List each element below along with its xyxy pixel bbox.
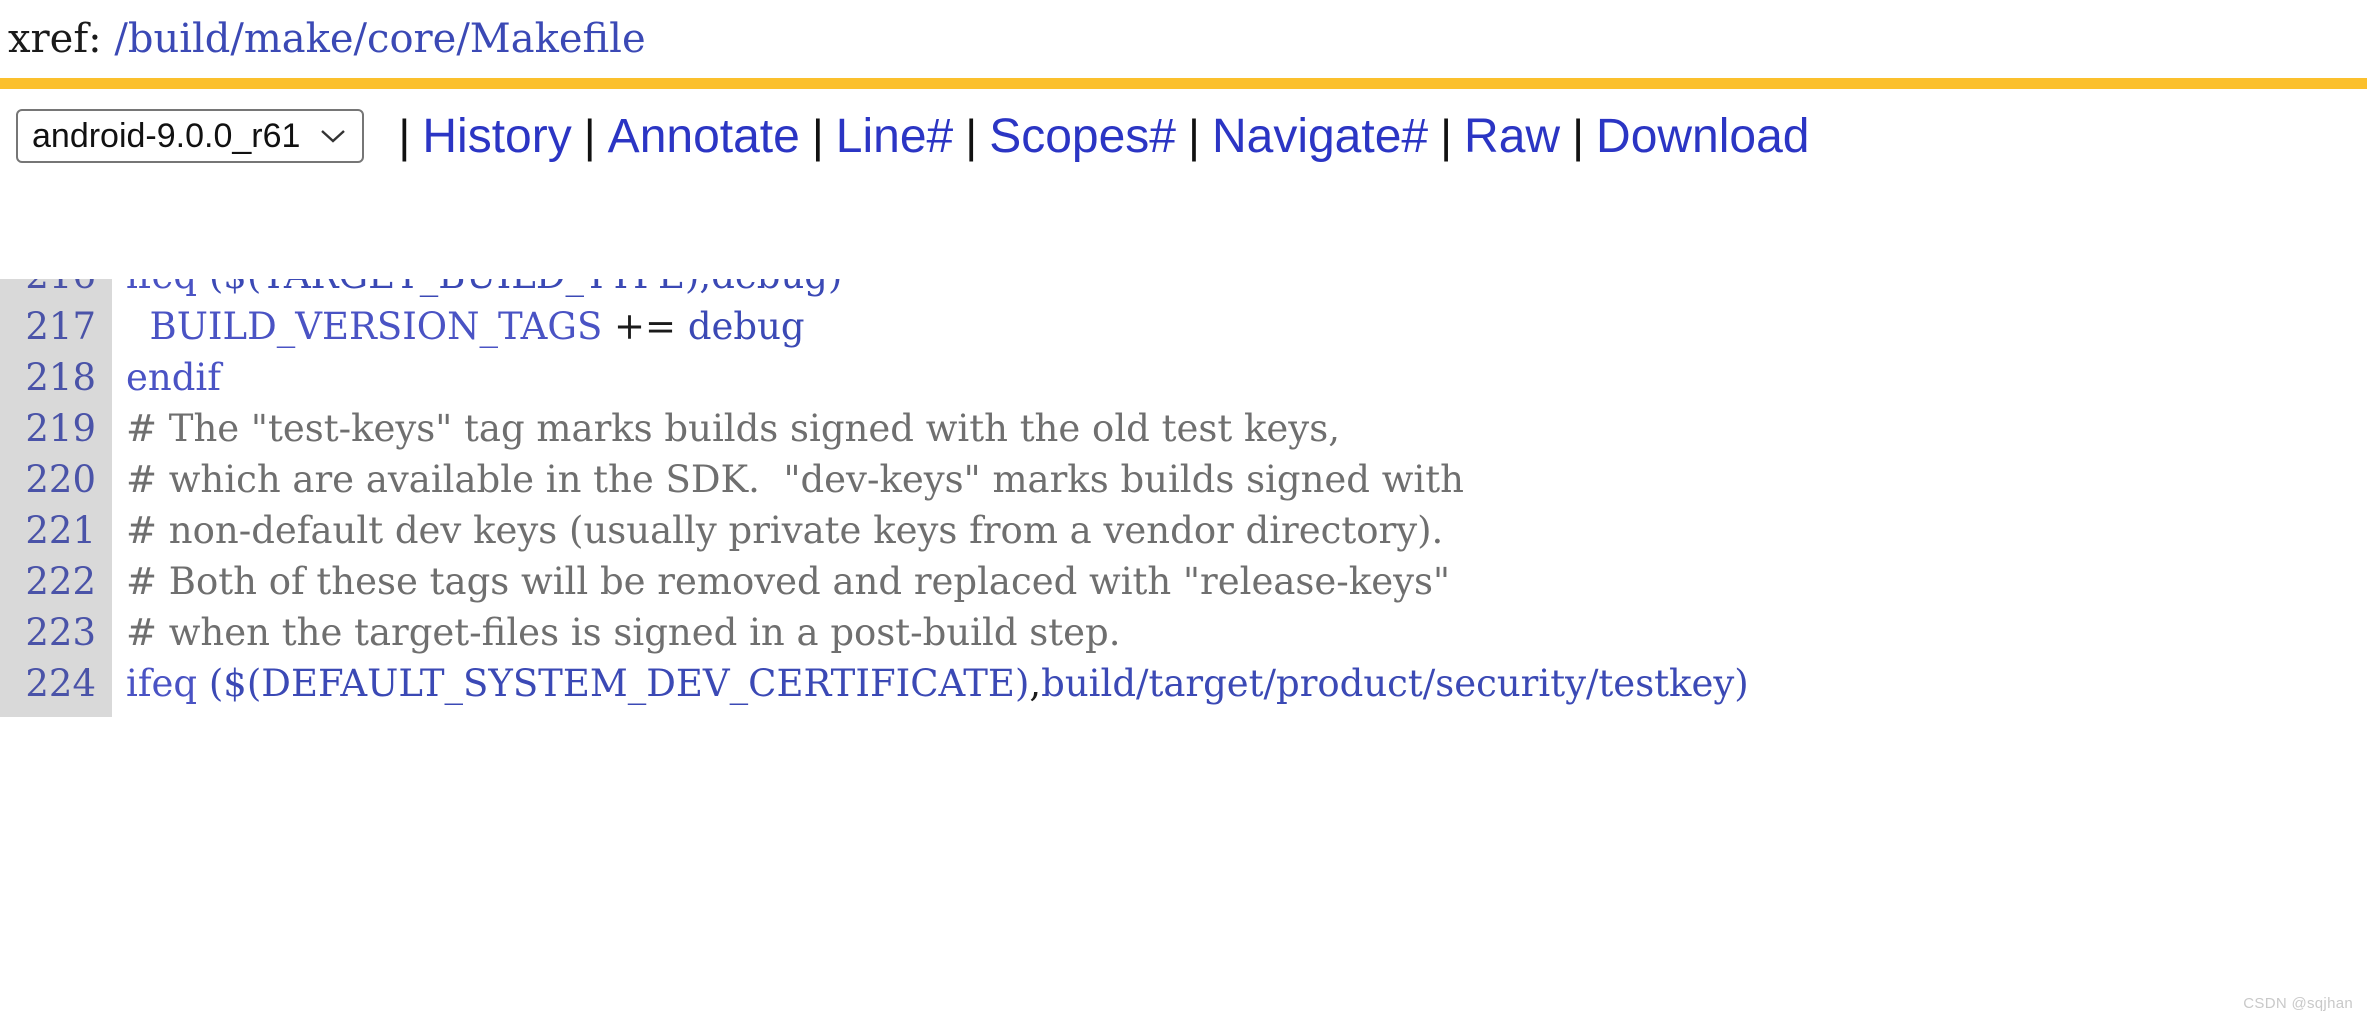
nav-link-history[interactable]: History — [422, 109, 571, 164]
code-token: += — [602, 305, 688, 348]
version-select[interactable]: android-9.0.0_r61 — [16, 109, 365, 163]
line-number[interactable]: 219 — [0, 403, 112, 454]
code-line-text: # when the target-files is signed in a p… — [112, 607, 1120, 658]
nav-link-annotate[interactable]: Annotate — [608, 109, 800, 164]
code-line-text: # which are available in the SDK. "dev-k… — [112, 454, 1464, 505]
code-line: 218 endif — [0, 352, 2367, 403]
toolbar: android-9.0.0_r61 | History | Annotate | Line… — [0, 101, 2367, 171]
code-token: # non-default dev keys (usually private … — [126, 509, 1444, 552]
code-token: # Both of these tags will be removed and… — [126, 560, 1451, 603]
code-token: ifeq — [126, 279, 209, 297]
code-token: ) — [1734, 662, 1749, 705]
code-line-text: BUILD_VERSION_TAGS += debug — [112, 301, 805, 352]
nav-separator-1: | — [583, 109, 596, 162]
line-number[interactable]: 224 — [0, 658, 112, 709]
code-line-text: ifeq ($(TARGET_BUILD_TYPE),debug) — [112, 279, 842, 301]
xref-label: xref: — [8, 16, 115, 62]
nav-separator-4: | — [1188, 109, 1200, 162]
nav-separator-0: | — [398, 109, 411, 162]
code-token: # which are available in the SDK. "dev-k… — [126, 458, 1464, 501]
code-line-text: # Both of these tags will be removed and… — [112, 556, 1450, 607]
nav-link-download[interactable]: Download — [1596, 109, 1809, 164]
source-code-view[interactable]: 216ifeq ($(TARGET_BUILD_TYPE),debug)217 … — [0, 177, 2367, 717]
code-token: test — [443, 712, 522, 717]
code-token: ($(DEFAULT_SYSTEM_DEV_CERTIFICATE) — [208, 662, 1030, 705]
nav-link-line-numbers[interactable]: Line# — [836, 109, 953, 164]
nav-links: | History | Annotate | Line# | Scopes# | Navigate… — [386, 109, 1809, 164]
code-line-text: ifeq ($(DEFAULT_SYSTEM_DEV_CERTIFICATE),… — [112, 658, 1749, 709]
code-line: 222 # Both of these tags will be removed … — [0, 556, 2367, 607]
line-number[interactable]: 216 — [0, 279, 112, 301]
code-token: -keys — [522, 713, 619, 717]
nav-link-raw[interactable]: Raw — [1464, 109, 1560, 164]
nav-separator-5: | — [1440, 109, 1453, 162]
code-line: 219 # The "test-keys" tag marks builds si… — [0, 403, 2367, 454]
nav-link-scopes[interactable]: Scopes# — [989, 109, 1176, 164]
code-token: build/target/product/security/testkey — [1041, 662, 1735, 705]
line-number[interactable]: 222 — [0, 556, 112, 607]
code-line: 223 # when the target-files is signed in … — [0, 607, 2367, 658]
code-line-text: endif — [112, 352, 221, 403]
code-token: BUILD_KEYS — [126, 713, 376, 717]
code-token: ifeq — [126, 662, 209, 705]
nav-separator-2: | — [811, 109, 824, 162]
yellow-divider — [0, 78, 2367, 89]
line-number[interactable]: 221 — [0, 505, 112, 556]
nav-link-navigate[interactable]: Navigate# — [1212, 109, 1428, 164]
line-number[interactable]: 225 — [0, 709, 112, 717]
code-token: endif — [126, 356, 221, 399]
version-select-value: android-9.0.0_r61 — [32, 116, 301, 155]
xref-breadcrumb-bar: xref: /build/make/core/Makefile — [0, 0, 2367, 78]
code-line: 225BUILD_KEYS := test-keys — [0, 709, 2367, 717]
code-token: BUILD_VERSION_TAGS — [149, 305, 603, 348]
code-token: , — [1029, 662, 1042, 705]
code-token: debug — [687, 305, 805, 348]
code-token: # The "test-keys" tag marks builds signe… — [126, 407, 1340, 450]
code-line-text: # The "test-keys" tag marks builds signe… — [112, 403, 1340, 454]
line-number[interactable]: 218 — [0, 352, 112, 403]
code-line: 220 # which are available in the SDK. "de… — [0, 454, 2367, 505]
nav-separator-3: | — [965, 109, 978, 162]
code-line: 217 BUILD_VERSION_TAGS += debug — [0, 301, 2367, 352]
code-token: ($(TARGET_BUILD_TYPE),debug) — [209, 279, 843, 297]
code-token: := — [376, 713, 443, 717]
code-line-text: # non-default dev keys (usually private … — [112, 505, 1443, 556]
line-number[interactable]: 217 — [0, 301, 112, 352]
code-line: 221 # non-default dev keys (usually priva… — [0, 505, 2367, 556]
code-line: 216ifeq ($(TARGET_BUILD_TYPE),debug) — [0, 279, 2367, 301]
watermark: CSDN @sqjhan — [2243, 995, 2353, 1012]
chevron-down-icon — [318, 126, 348, 146]
nav-separator-6: | — [1572, 109, 1585, 162]
code-token: # when the target-files is signed in a p… — [126, 611, 1121, 654]
xref-path-link[interactable]: /build/make/core/Makefile — [114, 16, 645, 62]
line-number[interactable]: 223 — [0, 607, 112, 658]
code-line-text: BUILD_KEYS := test-keys — [112, 709, 618, 717]
code-line: 224 ifeq ($(DEFAULT_SYSTEM_DEV_CERTIFICAT… — [0, 658, 2367, 709]
line-number[interactable]: 220 — [0, 454, 112, 505]
